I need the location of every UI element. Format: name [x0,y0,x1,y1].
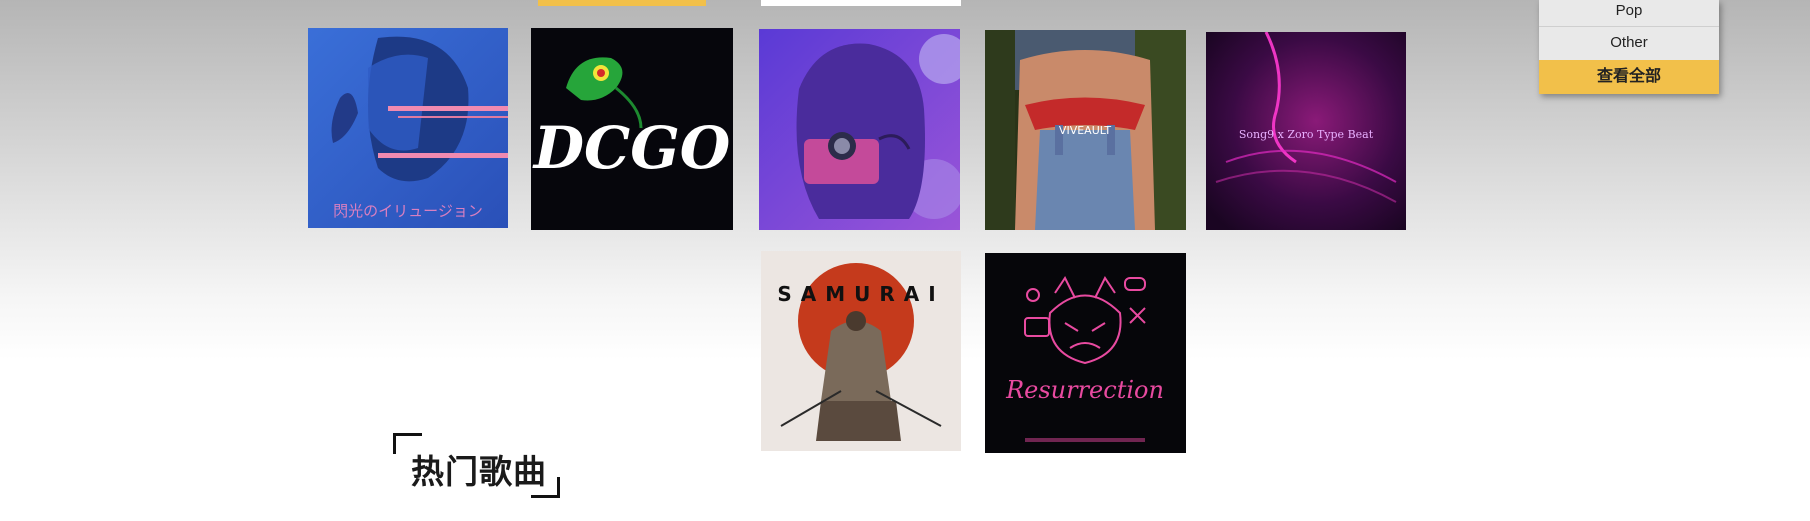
album-cover-song9-zoro[interactable]: Song9 x Zoro Type Beat [1206,32,1406,230]
cover-text: DCGO [532,114,731,182]
menu-item-other[interactable]: Other [1539,27,1719,58]
album-cover-dcgo[interactable]: DCGO [531,28,733,230]
album-art: Song9 x Zoro Type Beat [1206,32,1406,230]
cover-text: SAMURAI [777,282,944,306]
cover-text: Resurrection [1005,376,1164,404]
album-art [759,29,960,230]
album-cover-viveault[interactable]: VIVEAULT [985,30,1186,230]
album-art: 閃光のイリュージョン [308,28,508,228]
section-title-text: 热门歌曲 [411,452,547,491]
album-art: Resurrection [985,253,1186,453]
view-all-button[interactable]: 查看全部 [1539,60,1719,94]
genre-dropdown-menu: Pop Other 查看全部 [1539,0,1719,94]
menu-item-pop[interactable]: Pop [1539,0,1719,27]
album-art: DCGO [531,28,733,230]
cover-text: Song9 x Zoro Type Beat [1239,128,1374,141]
album-art: VIVEAULT [985,30,1186,230]
album-cover-samurai[interactable]: SAMURAI [761,251,961,451]
album-cover-camera-girl[interactable] [759,29,960,230]
cover-text: VIVEAULT [1059,124,1111,137]
tab-indicator [761,0,961,6]
cover-text: 閃光のイリュージョン [333,202,483,220]
album-art: SAMURAI [761,251,961,451]
album-cover-illusion[interactable]: 閃光のイリュージョン [308,28,508,228]
album-cover-resurrection[interactable]: Resurrection [985,253,1186,453]
section-title-hot-songs: 热门歌曲 [393,433,563,498]
title-bracket-right [531,477,560,498]
selected-tab-indicator [538,0,706,6]
